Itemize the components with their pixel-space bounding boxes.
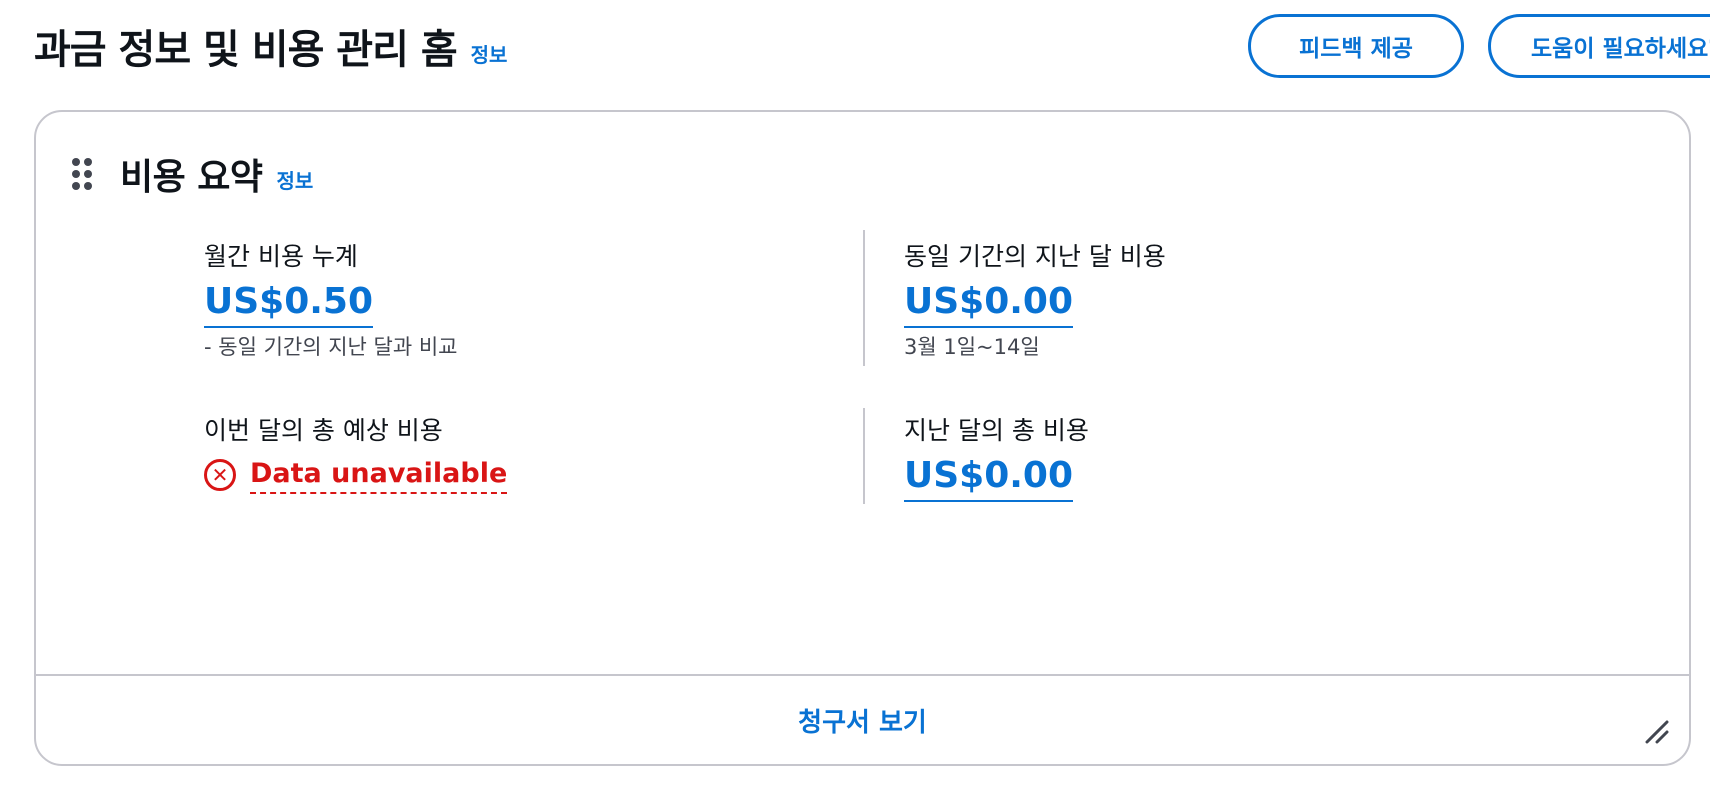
metric-label: 이번 달의 총 예상 비용 (204, 416, 443, 445)
last-month-total-metric: 지난 달의 총 비용 US$0.00 (904, 414, 1089, 502)
card-footer: 청구서 보기 (36, 674, 1689, 764)
feedback-button[interactable]: 피드백 제공 (1248, 14, 1464, 78)
view-bill-link[interactable]: 청구서 보기 (798, 702, 927, 739)
last-month-same-period-metric: 동일 기간의 지난 달 비용 US$0.00 3월 1일~14일 (904, 240, 1166, 362)
card-title: 비용 요약 (120, 157, 263, 198)
page-info-link[interactable]: 정보 (471, 39, 508, 68)
metric-label: 동일 기간의 지난 달 비용 (904, 242, 1166, 271)
forecast-metric: 이번 달의 총 예상 비용 ✕ Data unavailable (204, 414, 508, 494)
last-month-same-period-value[interactable]: US$0.00 (904, 278, 1074, 328)
divider (863, 230, 865, 366)
card-info-link[interactable]: 정보 (277, 165, 314, 194)
page-header: 과금 정보 및 비용 관리 홈 정보 (34, 14, 507, 78)
metric-label: 월간 비용 누계 (204, 242, 358, 271)
billing-home-page: 과금 정보 및 비용 관리 홈 정보 피드백 제공 도움이 필요하세요? 비용 … (0, 0, 1710, 796)
help-button[interactable]: 도움이 필요하세요? (1488, 14, 1710, 78)
resize-handle-icon[interactable] (1643, 718, 1669, 744)
data-unavailable-text[interactable]: Data unavailable (250, 456, 508, 494)
drag-handle-icon[interactable] (72, 158, 92, 190)
cost-summary-card: 비용 요약 정보 월간 비용 누계 US$0.50 - 동일 기간의 지난 달과… (34, 110, 1691, 766)
metric-sub: 3월 1일~14일 (904, 335, 1040, 359)
card-header: 비용 요약 정보 (72, 148, 313, 200)
page-title: 과금 정보 및 비용 관리 홈 (34, 27, 458, 73)
month-to-date-value[interactable]: US$0.50 (204, 278, 374, 328)
month-to-date-metric: 월간 비용 누계 US$0.50 - 동일 기간의 지난 달과 비교 (204, 240, 457, 362)
metric-label: 지난 달의 총 비용 (904, 416, 1089, 445)
error-circle-icon: ✕ (204, 459, 236, 491)
metric-sub: - 동일 기간의 지난 달과 비교 (204, 335, 458, 359)
forecast-error: ✕ Data unavailable (204, 456, 508, 494)
last-month-total-value[interactable]: US$0.00 (904, 452, 1074, 502)
divider (863, 408, 865, 504)
